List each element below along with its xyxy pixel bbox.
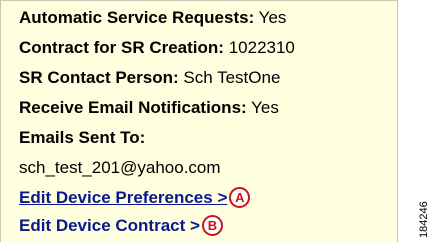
email-address-value: sch_test_201@yahoo.com	[19, 158, 221, 177]
edit-device-contract-row: Edit Device Contract > B	[19, 215, 223, 237]
device-settings-panel: Automatic Service Requests: Yes Contract…	[0, 0, 398, 242]
sr-contact-row: SR Contact Person: Sch TestOne	[19, 67, 280, 89]
edit-device-preferences-link[interactable]: Edit Device Preferences >	[19, 188, 227, 207]
automatic-service-requests-value: Yes	[258, 8, 287, 27]
email-notifications-row: Receive Email Notifications: Yes	[19, 97, 279, 119]
contract-value: 1022310	[228, 38, 295, 57]
automatic-service-requests-label: Automatic Service Requests:	[19, 8, 255, 27]
edit-device-contract-link[interactable]: Edit Device Contract >	[19, 216, 200, 235]
sr-contact-label: SR Contact Person:	[19, 68, 179, 87]
callout-a-marker: A	[229, 187, 251, 208]
callout-b-marker: B	[201, 215, 223, 236]
email-notifications-value: Yes	[251, 98, 279, 117]
edit-device-preferences-row: Edit Device Preferences > A	[19, 187, 251, 209]
email-address-row: sch_test_201@yahoo.com	[19, 157, 221, 179]
emails-sent-to-row: Emails Sent To:	[19, 127, 145, 149]
figure-id-label: 184246	[418, 201, 430, 238]
sr-contact-value: Sch TestOne	[183, 68, 281, 87]
emails-sent-to-label: Emails Sent To:	[19, 128, 146, 147]
email-notifications-label: Receive Email Notifications:	[19, 98, 247, 117]
contract-label: Contract for SR Creation:	[19, 38, 224, 57]
automatic-service-requests-row: Automatic Service Requests: Yes	[19, 7, 286, 29]
contract-row: Contract for SR Creation: 1022310	[19, 37, 295, 59]
